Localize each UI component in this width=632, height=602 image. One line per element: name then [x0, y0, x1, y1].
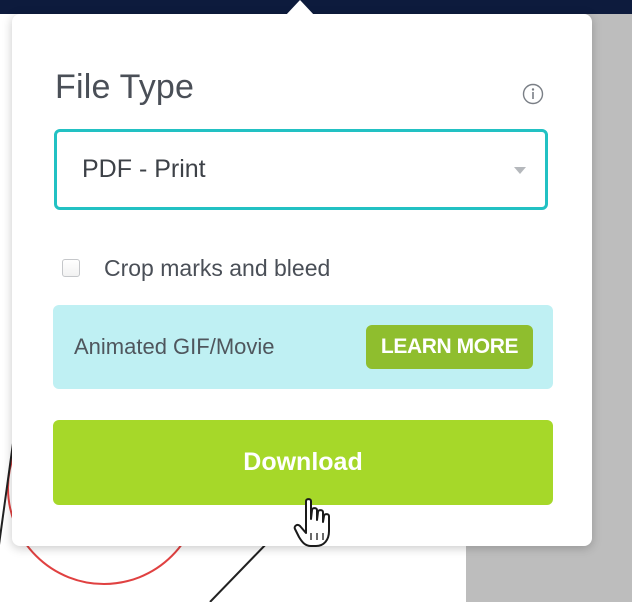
editor-stage: File Type PDF - Print Crop marks and ble… — [0, 0, 632, 602]
popup-pointer — [285, 0, 315, 16]
info-icon[interactable] — [522, 83, 544, 105]
file-type-select-value: PDF - Print — [82, 155, 206, 183]
chevron-down-icon — [514, 167, 526, 174]
crop-marks-checkbox[interactable] — [62, 259, 80, 277]
crop-marks-option[interactable]: Crop marks and bleed — [62, 253, 330, 283]
file-type-select[interactable]: PDF - Print — [54, 129, 548, 210]
crop-marks-label[interactable]: Crop marks and bleed — [104, 255, 330, 282]
download-button[interactable]: Download — [53, 420, 553, 505]
hand-pointer-cursor-icon — [293, 498, 330, 547]
animated-gif-banner: Animated GIF/Movie LEARN MORE — [53, 305, 553, 389]
download-popup: File Type PDF - Print Crop marks and ble… — [12, 14, 592, 546]
top-toolbar — [0, 0, 632, 14]
learn-more-button[interactable]: LEARN MORE — [366, 325, 533, 369]
popup-title: File Type — [55, 68, 195, 106]
animated-gif-label: Animated GIF/Movie — [74, 334, 275, 359]
